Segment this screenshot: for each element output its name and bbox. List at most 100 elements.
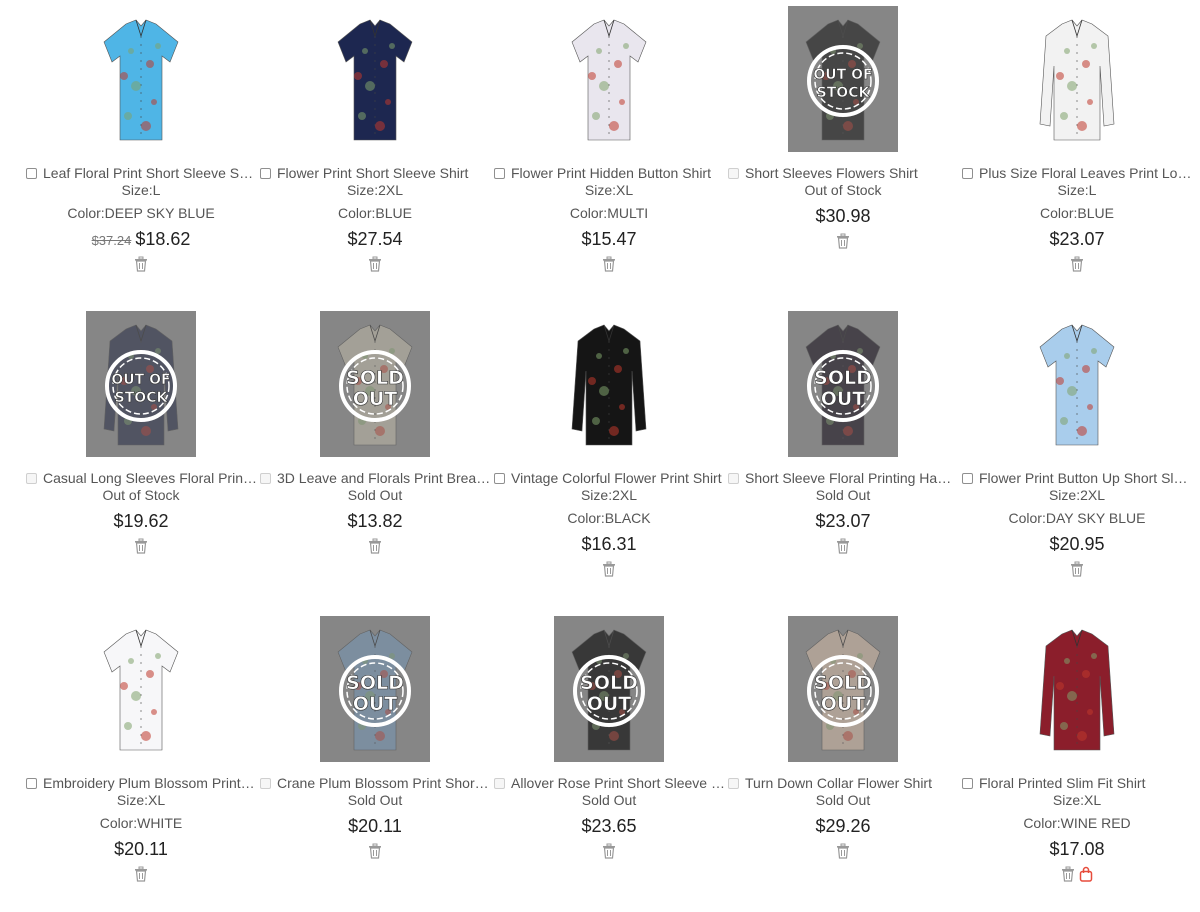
trash-icon[interactable] — [602, 843, 616, 859]
card-actions — [492, 843, 726, 859]
product-title[interactable]: Crane Plum Blossom Print Short Sleeve Sh… — [277, 775, 492, 791]
product-image: SOLDOUT — [788, 311, 898, 457]
stock-status: Sold Out — [815, 792, 871, 808]
stock-status: Sold Out — [347, 792, 403, 808]
select-checkbox[interactable] — [494, 167, 505, 179]
card-actions — [492, 256, 726, 272]
product-image-link[interactable]: SOLD OUT — [554, 616, 664, 762]
product-title[interactable]: Floral Printed Slim Fit Shirt — [979, 775, 1194, 791]
sale-price: $17.08 — [1049, 839, 1105, 859]
product-card: Flower Print Hidden Button Shirt Size:XL C… — [492, 6, 726, 302]
shopping-bag-icon[interactable] — [1079, 866, 1093, 882]
product-image-link[interactable] — [1022, 6, 1132, 152]
product-card: OUT OF STOCK Casual Long Sleeves Floral Pr… — [24, 311, 258, 607]
sale-price: $23.07 — [815, 511, 871, 531]
product-card: OUT OF STOCK Short Sleeves Flowers Shirt Ou… — [726, 6, 960, 302]
trash-icon[interactable] — [134, 256, 148, 272]
product-image-link[interactable]: SOLD OUT — [788, 311, 898, 457]
trash-icon[interactable] — [836, 538, 850, 554]
product-title[interactable]: Flower Print Button Up Short Sleeve Shir… — [979, 470, 1194, 486]
product-image-link[interactable]: SOLD OUT — [320, 311, 430, 457]
product-title[interactable]: Allover Rose Print Short Sleeve Shirt — [511, 775, 726, 791]
product-image — [337, 19, 413, 141]
product-color: Color:BLACK — [567, 510, 651, 526]
select-checkbox[interactable] — [26, 472, 37, 484]
product-title[interactable]: Short Sleeves Flowers Shirt — [745, 165, 960, 181]
product-card: SOLD OUT Turn Down Collar Flower Shirt Sold… — [726, 616, 960, 912]
svg-text:SOLD: SOLD — [346, 367, 404, 389]
select-checkbox[interactable] — [962, 777, 973, 789]
product-title[interactable]: Short Sleeve Floral Printing Hawaiian Sh… — [745, 470, 960, 486]
svg-text:STOCK: STOCK — [115, 390, 169, 406]
product-price-block: $27.54 — [258, 229, 492, 250]
product-title-row: 3D Leave and Florals Print Breast Pocket… — [258, 468, 492, 488]
product-title-row: Flower Print Hidden Button Shirt — [492, 163, 726, 183]
select-checkbox[interactable] — [26, 167, 37, 179]
select-checkbox[interactable] — [260, 777, 271, 789]
product-title-row: Short Sleeves Flowers Shirt — [726, 163, 960, 183]
select-checkbox[interactable] — [260, 472, 271, 484]
product-image-link[interactable] — [1022, 311, 1132, 457]
product-title-row: Floral Printed Slim Fit Shirt — [960, 773, 1194, 793]
product-image — [103, 19, 179, 141]
product-image-link[interactable] — [320, 6, 430, 152]
trash-icon[interactable] — [134, 538, 148, 554]
select-checkbox[interactable] — [494, 777, 505, 789]
select-checkbox[interactable] — [728, 777, 739, 789]
trash-icon[interactable] — [368, 843, 382, 859]
sale-price: $20.11 — [114, 839, 168, 859]
product-image-link[interactable]: OUT OF STOCK — [86, 311, 196, 457]
select-checkbox[interactable] — [260, 167, 271, 179]
card-actions — [258, 256, 492, 272]
trash-icon[interactable] — [1070, 256, 1084, 272]
product-title[interactable]: Turn Down Collar Flower Shirt — [745, 775, 960, 791]
product-image-link[interactable] — [554, 6, 664, 152]
trash-icon[interactable] — [602, 256, 616, 272]
card-actions — [960, 256, 1194, 272]
svg-text:SOLD: SOLD — [580, 672, 638, 694]
product-price-block: $17.08 — [960, 839, 1194, 860]
select-checkbox[interactable] — [728, 167, 739, 179]
trash-icon[interactable] — [1061, 866, 1075, 882]
product-title[interactable]: Leaf Floral Print Short Sleeve Shirt — [43, 165, 258, 181]
product-size: Size:XL — [116, 792, 166, 808]
select-checkbox[interactable] — [728, 472, 739, 484]
product-title[interactable]: Flower Print Short Sleeve Shirt — [277, 165, 492, 181]
product-image-link[interactable] — [86, 6, 196, 152]
product-size: Size:XL — [584, 182, 634, 198]
svg-text:OUT: OUT — [353, 693, 398, 715]
product-title[interactable]: Casual Long Sleeves Floral Print Shirt — [43, 470, 258, 486]
select-checkbox[interactable] — [962, 472, 973, 484]
product-image-link[interactable] — [1022, 616, 1132, 762]
product-image-link[interactable]: OUT OF STOCK — [788, 6, 898, 152]
product-size: Size:2XL — [580, 487, 638, 503]
select-checkbox[interactable] — [962, 167, 973, 179]
product-image-link[interactable] — [554, 311, 664, 457]
trash-icon[interactable] — [602, 561, 616, 577]
product-color: Color:WHITE — [99, 815, 183, 831]
product-title[interactable]: 3D Leave and Florals Print Breast Pocket… — [277, 470, 492, 486]
product-price-block: $20.95 — [960, 534, 1194, 555]
trash-icon[interactable] — [134, 866, 148, 882]
product-card: Vintage Colorful Flower Print Shirt Size:… — [492, 311, 726, 607]
select-checkbox[interactable] — [494, 472, 505, 484]
trash-icon[interactable] — [368, 256, 382, 272]
card-actions — [726, 233, 960, 249]
product-image-link[interactable]: SOLD OUT — [320, 616, 430, 762]
product-title[interactable]: Vintage Colorful Flower Print Shirt — [511, 470, 726, 486]
select-checkbox[interactable] — [26, 777, 37, 789]
trash-icon[interactable] — [836, 233, 850, 249]
card-actions — [492, 561, 726, 577]
product-title[interactable]: Flower Print Hidden Button Shirt — [511, 165, 726, 181]
product-image-link[interactable]: SOLD OUT — [788, 616, 898, 762]
trash-icon[interactable] — [1070, 561, 1084, 577]
trash-icon[interactable] — [368, 538, 382, 554]
product-title-row: Short Sleeve Floral Printing Hawaiian Sh… — [726, 468, 960, 488]
product-title[interactable]: Plus Size Floral Leaves Print Long Sleev… — [979, 165, 1194, 181]
product-title[interactable]: Embroidery Plum Blossom Print Shirt — [43, 775, 258, 791]
product-image-link[interactable] — [86, 616, 196, 762]
product-title-row: Casual Long Sleeves Floral Print Shirt — [24, 468, 258, 488]
product-image — [1039, 324, 1115, 446]
trash-icon[interactable] — [836, 843, 850, 859]
product-title-row: Embroidery Plum Blossom Print Shirt — [24, 773, 258, 793]
